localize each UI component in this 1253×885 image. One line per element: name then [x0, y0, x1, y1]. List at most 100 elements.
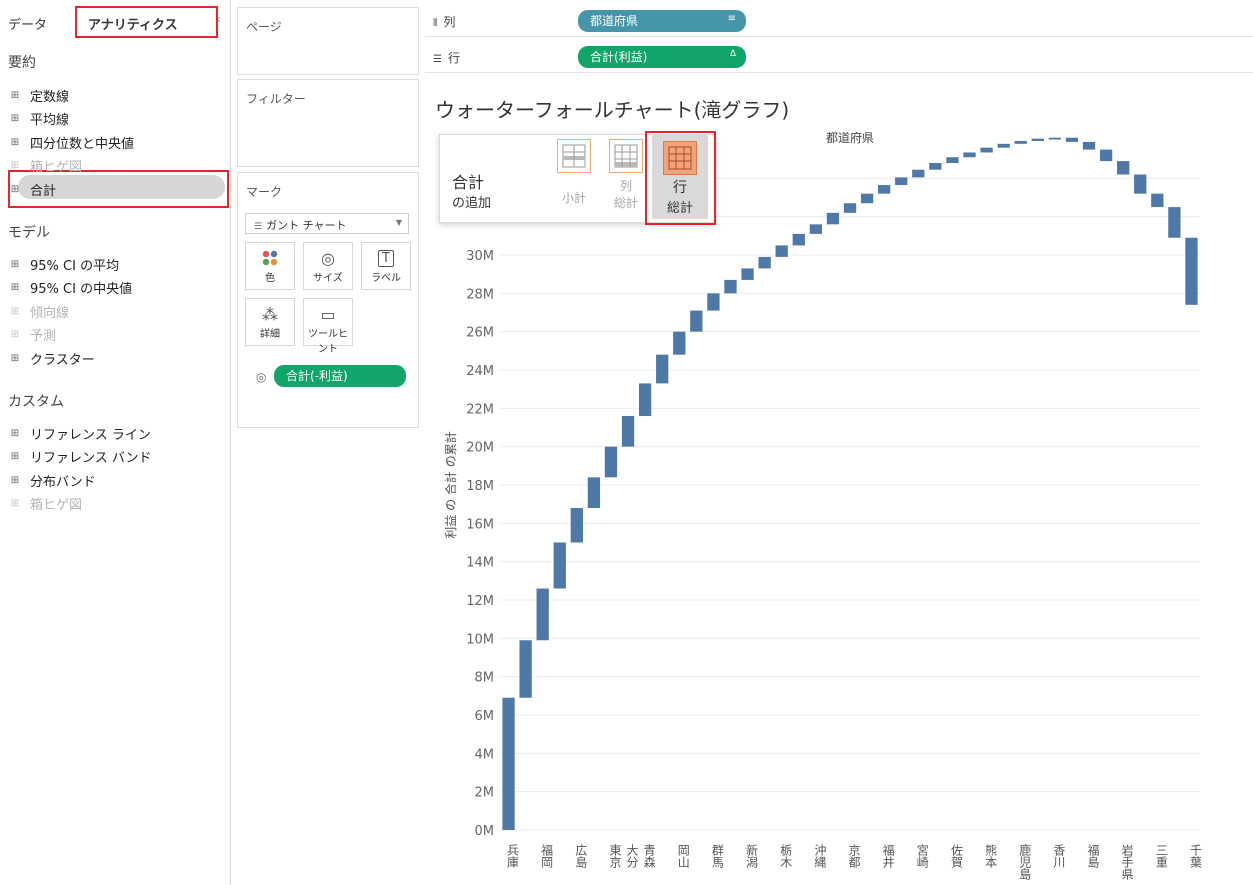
cluster-icon: ⊞ [10, 352, 20, 364]
totals-icon: ⊞ [10, 183, 20, 195]
ci-mean-icon: ⊞ [10, 258, 20, 270]
detail-icon: ⁂ [262, 305, 278, 324]
sort-icon: ≡ [727, 13, 736, 24]
collapse-pane-icon[interactable]: ‹ [216, 12, 221, 26]
mark-type-value: ガント チャート [266, 219, 347, 232]
constant-line-icon: ⊞ [10, 89, 20, 101]
columns-field-pill[interactable]: 都道府県 ≡ [578, 10, 746, 32]
analytics-item[interactable]: ⊞ クラスター [8, 348, 95, 368]
average-line-icon: ⊞ [10, 113, 20, 124]
analytics-item[interactable]: ⊞ 分布バンド [8, 470, 96, 490]
waterfall-bar [673, 331, 686, 355]
x-category-label: 沖縄 [813, 844, 827, 868]
waterfall-bar [997, 143, 1010, 148]
waterfall-chart: 0M 2M 4M 6M 8M 10M 12M 14M 16M 18M 20M 22M 24M 26M 28M… [443, 130, 1202, 881]
x-category-label: 岡山 [676, 844, 690, 868]
column-totals-label-2: 総計 [613, 196, 638, 210]
gantt-icon: ☰ [254, 222, 263, 232]
tab-analytics[interactable]: アナリティクス [88, 14, 178, 33]
rows-field-pill-label: 合計(利益) [590, 50, 648, 64]
popup-subtitle: の追加 [452, 196, 492, 211]
color-button[interactable]: 色 [245, 242, 295, 290]
x-category-label: 千葉 [1188, 844, 1202, 868]
tooltip-button[interactable]: ▭ ツールヒント [303, 298, 353, 355]
columns-shelf-label: ⦀ 列 [433, 13, 455, 30]
ci-median-icon: ⊞ [10, 282, 20, 293]
y-axis-title: 利益 の 合計 の累計 [443, 431, 458, 538]
waterfall-bar [878, 185, 891, 194]
y-tick-label: 2M [475, 786, 495, 801]
analytics-item[interactable]: ⊞ 四分位数と中央値 [8, 132, 134, 152]
rows-field-pill[interactable]: 合計(利益) Δ [578, 46, 746, 68]
trend-line-icon: ⊞ [10, 305, 20, 317]
waterfall-bar [843, 203, 857, 213]
analytics-item-label: 95% CI の平均 [30, 258, 120, 274]
quartile-icon: ⊞ [10, 136, 20, 148]
y-tick-label: 8M [475, 671, 495, 686]
analytics-item[interactable]: ⊞ 95% CI の平均 [8, 254, 119, 274]
column-totals-grid-icon [609, 139, 643, 173]
label-button[interactable]: T ラベル [361, 242, 411, 290]
x-category-label: 三重 [1154, 844, 1168, 868]
waterfall-bar [1082, 141, 1096, 150]
waterfall-bar [860, 193, 874, 204]
y-tick-label: 0M [475, 824, 495, 839]
rows-shelf-label: ☰ 行 [433, 49, 460, 66]
size-field-pill[interactable]: 合計(-利益) [274, 365, 406, 387]
pages-card[interactable]: ページ [237, 7, 419, 75]
detail-button[interactable]: ⁂ 詳細 [245, 298, 295, 346]
waterfall-bar [1065, 137, 1079, 142]
analytics-item-label: 定数線 [30, 89, 70, 105]
waterfall-bar [741, 268, 754, 280]
subtotals-option[interactable]: 小計 [550, 139, 598, 215]
waterfall-bar [638, 383, 652, 416]
row-totals-label-2: 総計 [666, 201, 693, 216]
chevron-down-icon: ▼ [395, 218, 402, 227]
color-button-label: 色 [265, 273, 275, 284]
x-category-label: 新潟 [745, 843, 759, 868]
waterfall-bar [963, 152, 976, 158]
mark-type-dropdown[interactable]: ☰ ガント チャート ▼ [245, 213, 409, 234]
analytics-item: ⊞ 箱ヒゲ図 [8, 156, 82, 176]
y-tick-label: 26M [466, 326, 494, 341]
row-grand-totals-option[interactable]: 行 総計 [652, 135, 708, 219]
x-category-label: 福井 [881, 843, 895, 869]
text-label-icon: T [362, 249, 410, 269]
waterfall-bar [1151, 193, 1164, 208]
waterfall-bar [929, 163, 942, 170]
y-tick-label: 6M [475, 709, 495, 724]
waterfall-bar [1048, 137, 1062, 140]
x-category-label: 青森 [642, 844, 656, 868]
waterfall-bar [895, 177, 908, 186]
marks-card: マーク ☰ ガント チャート ▼ 色 ◎ サイズ T ラベル ⁂ 詳細 ▭ ツール… [237, 172, 419, 428]
subtotals-grid-icon [557, 139, 591, 173]
waterfall-bar [809, 224, 822, 234]
analytics-item[interactable]: ⊞ 95% CI の中央値 [8, 278, 132, 298]
analytics-item[interactable]: ⊞ リファレンス ライン [8, 423, 151, 443]
analytics-item-label: 予測 [30, 329, 57, 344]
waterfall-bar [826, 212, 840, 225]
filters-card[interactable]: フィルター [237, 79, 419, 167]
model-header: モデル [8, 225, 50, 241]
y-tick-label: 18M [466, 479, 494, 494]
analytics-item[interactable]: ⊞ 合計 [8, 179, 56, 199]
waterfall-bar [656, 354, 669, 384]
waterfall-bar [758, 256, 771, 269]
distribution-band-icon: ⊞ [10, 474, 20, 486]
y-tick-label: 14M [466, 556, 494, 571]
waterfall-bar [1099, 149, 1113, 162]
analytics-item[interactable]: ⊞ 平均線 [8, 109, 69, 129]
analytics-item-label: 分布バンド [30, 474, 96, 490]
size-icon: ◎ [321, 249, 335, 268]
x-category-label: 群馬 [710, 844, 724, 869]
analytics-item-label: 箱ヒゲ図 [30, 498, 83, 513]
size-button[interactable]: ◎ サイズ [303, 242, 353, 290]
tab-data[interactable]: データ [8, 14, 47, 33]
analytics-item[interactable]: ⊞ リファレンス バンド [8, 447, 152, 467]
color-icon [246, 249, 294, 269]
waterfall-bar [1014, 140, 1027, 144]
analytics-item-label: 傾向線 [30, 305, 70, 321]
waterfall-bar [536, 588, 549, 641]
column-grand-totals-option[interactable]: 列 総計 [602, 139, 650, 215]
analytics-item[interactable]: ⊞ 定数線 [8, 85, 69, 105]
